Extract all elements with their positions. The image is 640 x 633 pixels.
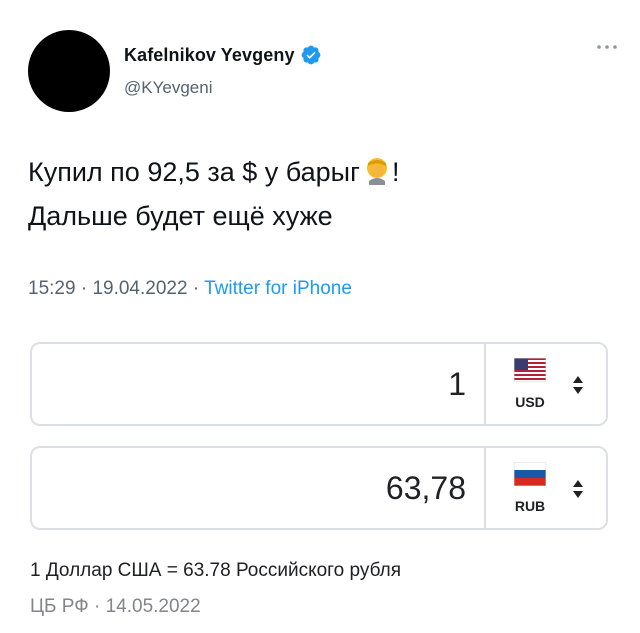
tweet-time[interactable]: 15:29 <box>28 278 76 299</box>
sort-arrows-icon <box>573 376 583 394</box>
to-currency-select[interactable]: RUB <box>486 448 606 528</box>
author-name[interactable]: Kafelnikov Yevgeny <box>124 45 295 66</box>
meta-separator: · <box>80 278 88 299</box>
avatar[interactable] <box>28 30 110 112</box>
meta-separator: · <box>192 278 200 299</box>
author-row: Kafelnikov Yevgeny <box>124 44 322 66</box>
author-handle[interactable]: @KYevgeni <box>124 78 212 98</box>
tweet-source-link[interactable]: Twitter for iPhone <box>204 278 352 299</box>
to-amount-input[interactable]: 63,78 <box>32 448 484 528</box>
from-currency-select[interactable]: USD <box>486 344 606 424</box>
more-icon[interactable] <box>596 44 618 50</box>
exchange-rate-text: 1 Доллар США = 63.78 Российского рубля <box>30 560 402 581</box>
tweet-meta: 15:29 · 19.04.2022 · Twitter for iPhone <box>28 278 352 300</box>
from-currency-code: USD <box>515 394 545 410</box>
tweet-text-line-2: Дальше будет ещё хуже <box>28 201 333 231</box>
ru-flag-icon <box>514 462 546 486</box>
sort-arrows-icon <box>573 480 583 498</box>
rate-source-text: ЦБ РФ · 14.05.2022 <box>30 596 201 617</box>
to-currency-code: RUB <box>514 498 546 514</box>
tweet-text-part: Купил по 92,5 за $ у барыг <box>28 157 360 187</box>
tweet-text-line-1: Купил по 92,5 за $ у барыг! <box>28 150 618 194</box>
tweet-date[interactable]: 19.04.2022 <box>92 278 187 299</box>
facepalm-emoji-icon <box>366 158 387 185</box>
currency-converter: 1 USD 63,78 RUB 1 Доллар США = 63.78 Рос… <box>0 320 640 633</box>
us-flag-icon <box>514 358 546 382</box>
verified-badge-icon <box>301 45 320 65</box>
converter-row-to: 63,78 RUB <box>30 446 608 530</box>
from-amount-input[interactable]: 1 <box>32 344 484 424</box>
converter-row-from: 1 USD <box>30 342 608 426</box>
tweet-text: Купил по 92,5 за $ у барыг! Дальше будет… <box>28 150 618 238</box>
tweet-text-exclaim: ! <box>391 157 400 187</box>
tweet: Kafelnikov Yevgeny @KYevgeni Купил по 92… <box>0 0 640 320</box>
